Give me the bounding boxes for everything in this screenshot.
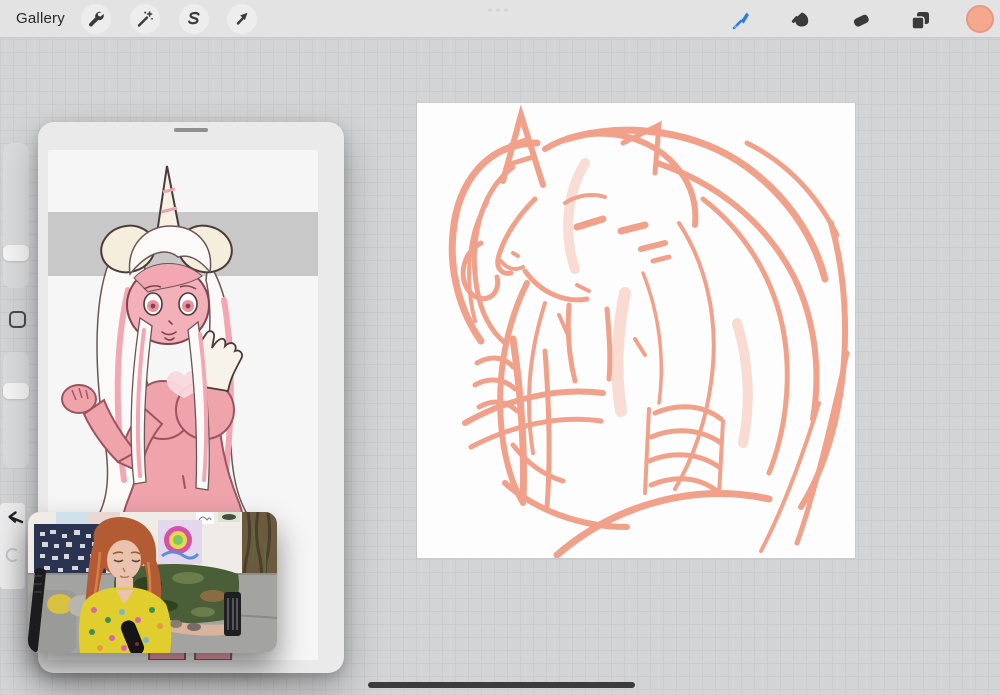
procreate-app: Gallery bbox=[0, 0, 1000, 695]
top-toolbar: Gallery bbox=[0, 0, 1000, 38]
smudge-finger-icon bbox=[789, 8, 813, 32]
s-curve-icon bbox=[184, 9, 204, 29]
eraser-icon bbox=[849, 8, 873, 32]
webcam-video bbox=[28, 512, 277, 653]
modify-button[interactable] bbox=[9, 311, 26, 328]
actions-button[interactable] bbox=[81, 4, 111, 34]
wrench-icon bbox=[86, 9, 106, 29]
undo-button[interactable] bbox=[5, 509, 25, 527]
reference-drag-handle[interactable] bbox=[174, 128, 208, 132]
selection-button[interactable] bbox=[179, 4, 209, 34]
brush-opacity-slider[interactable] bbox=[3, 352, 29, 468]
layers-icon bbox=[908, 8, 932, 32]
multitask-indicator[interactable] bbox=[488, 8, 508, 12]
redo-arc-icon bbox=[4, 546, 20, 564]
brush-size-slider-handle[interactable] bbox=[3, 245, 29, 261]
home-indicator[interactable] bbox=[368, 682, 635, 688]
smudge-tool-button[interactable] bbox=[788, 7, 814, 33]
layers-button[interactable] bbox=[907, 7, 933, 33]
brush-icon bbox=[729, 8, 753, 32]
paint-tool-button[interactable] bbox=[728, 7, 754, 33]
magic-wand-icon bbox=[135, 9, 155, 29]
brush-size-slider[interactable] bbox=[3, 143, 29, 288]
brush-opacity-slider-handle[interactable] bbox=[3, 383, 29, 399]
webcam-overlay bbox=[28, 512, 277, 653]
arrow-cursor-icon bbox=[232, 9, 252, 29]
erase-tool-button[interactable] bbox=[848, 7, 874, 33]
undo-arrow-icon bbox=[5, 509, 25, 527]
adjustments-button[interactable] bbox=[130, 4, 160, 34]
gallery-button[interactable]: Gallery bbox=[16, 10, 65, 27]
transform-button[interactable] bbox=[227, 4, 257, 34]
redo-button[interactable] bbox=[4, 546, 20, 564]
sketch-artwork bbox=[448, 104, 850, 558]
active-color-swatch[interactable] bbox=[966, 5, 994, 33]
drawing-canvas[interactable] bbox=[417, 103, 855, 558]
